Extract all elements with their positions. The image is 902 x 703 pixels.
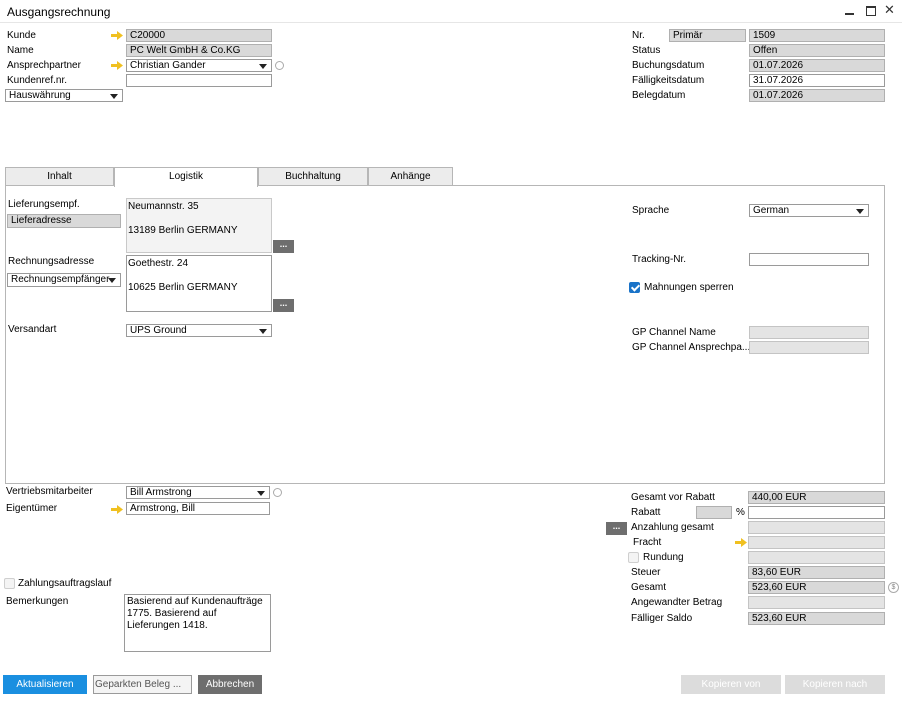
rechnungsadresse-text[interactable]: Goethestr. 24 10625 Berlin GERMANY: [126, 255, 272, 312]
link-arrow-icon[interactable]: [735, 538, 747, 547]
nr-series-select[interactable]: Primär: [669, 29, 746, 42]
name-label: Name: [7, 45, 34, 56]
name-field[interactable]: PC Welt GmbH & Co.KG: [126, 44, 272, 57]
gesamt-vor-rabatt-field[interactable]: 440,00 EUR: [748, 491, 885, 504]
tab-anhaenge[interactable]: Anhänge: [368, 167, 453, 186]
tab-buchhaltung[interactable]: Buchhaltung: [258, 167, 368, 186]
sprache-select[interactable]: German: [749, 204, 869, 217]
vertriebsmitarbeiter-select[interactable]: Bill Armstrong: [126, 486, 270, 499]
belegdatum-label: Belegdatum: [632, 90, 686, 101]
versandart-select[interactable]: UPS Ground: [126, 324, 272, 337]
buchungsdatum-label: Buchungsdatum: [632, 60, 705, 71]
sprache-label: Sprache: [632, 205, 670, 216]
angewandter-betrag-field[interactable]: [748, 596, 885, 609]
status-label: Status: [632, 45, 661, 56]
rabatt-label: Rabatt: [631, 507, 661, 518]
kopieren-nach-button[interactable]: Kopieren nach: [785, 675, 885, 694]
anzahlung-field[interactable]: [748, 521, 885, 534]
rabatt-amount-field[interactable]: [748, 506, 885, 519]
mahnungen-sperren-checkbox[interactable]: [629, 282, 640, 293]
rundung-label: Rundung: [643, 552, 684, 563]
kunde-label: Kunde: [7, 30, 36, 41]
vertriebsmitarbeiter-label: Vertriebsmitarbeiter: [6, 486, 93, 497]
gesamt-label: Gesamt: [631, 582, 667, 593]
tracking-field[interactable]: [749, 253, 869, 266]
lieferungsempf-label: Lieferungsempf.: [8, 199, 80, 210]
maximize-icon[interactable]: [866, 6, 876, 16]
steuer-field[interactable]: 83,60 EUR: [748, 566, 885, 579]
ansprechpartner-select[interactable]: Christian Gander: [126, 59, 272, 72]
abbrechen-button[interactable]: Abbrechen: [198, 675, 262, 694]
anzahlung-label: Anzahlung gesamt: [631, 522, 714, 533]
zahlungsauftragslauf-label: Zahlungsauftragslauf: [18, 578, 112, 589]
lieferadresse-more-button[interactable]: ...: [273, 240, 294, 253]
zahlungsauftragslauf-checkbox[interactable]: [4, 578, 15, 589]
fracht-field[interactable]: [748, 536, 885, 549]
link-arrow-icon[interactable]: [111, 31, 123, 40]
steuer-label: Steuer: [631, 567, 661, 578]
bemerkungen-textarea[interactable]: Basierend auf Kundenaufträge 1775. Basie…: [124, 594, 271, 652]
tab-logistik[interactable]: Logistik: [114, 167, 258, 187]
details-icon[interactable]: [275, 61, 284, 70]
eigentuemer-field[interactable]: Armstrong, Bill: [126, 502, 270, 515]
window-title: Ausgangsrechnung: [7, 5, 111, 19]
tracking-label: Tracking-Nr.: [632, 254, 687, 265]
kopieren-von-button[interactable]: Kopieren von: [681, 675, 781, 694]
nr-field[interactable]: 1509: [749, 29, 885, 42]
link-arrow-icon[interactable]: [111, 505, 123, 514]
gesamt-field[interactable]: 523,60 EUR: [748, 581, 885, 594]
currency-icon[interactable]: $: [888, 582, 899, 593]
lieferadresse-field[interactable]: Lieferadresse: [7, 214, 121, 228]
versandart-label: Versandart: [8, 324, 57, 335]
faelligkeitsdatum-label: Fälligkeitsdatum: [632, 75, 705, 86]
rabatt-percent-field[interactable]: [696, 506, 732, 519]
minimize-icon[interactable]: [845, 13, 854, 15]
faelliger-saldo-field[interactable]: 523,60 EUR: [748, 612, 885, 625]
fracht-label: Fracht: [633, 537, 662, 548]
gp-channel-ansprech-label: GP Channel Ansprechpa...: [632, 342, 751, 353]
buchungsdatum-field[interactable]: 01.07.2026: [749, 59, 885, 72]
rechnungsadresse-label: Rechnungsadresse: [8, 256, 95, 267]
currency-select[interactable]: Hauswährung: [5, 89, 123, 102]
percent-sign: %: [736, 507, 745, 518]
kunde-field[interactable]: C20000: [126, 29, 272, 42]
rundung-checkbox[interactable]: [628, 552, 639, 563]
rechnungsadresse-more-button[interactable]: ...: [273, 299, 294, 312]
tab-inhalt[interactable]: Inhalt: [5, 167, 114, 186]
details-icon[interactable]: [273, 488, 282, 497]
mahnungen-sperren-label: Mahnungen sperren: [644, 282, 734, 293]
faelliger-saldo-label: Fälliger Saldo: [631, 613, 693, 624]
bemerkungen-label: Bemerkungen: [6, 596, 69, 607]
gp-channel-name-field[interactable]: [749, 326, 869, 339]
close-icon[interactable]: ✕: [884, 2, 895, 18]
nr-label: Nr.: [632, 30, 645, 41]
angewandter-betrag-label: Angewandter Betrag: [631, 597, 723, 608]
rechnungsempfaenger-select[interactable]: Rechnungsempfänger: [7, 273, 121, 287]
belegdatum-field[interactable]: 01.07.2026: [749, 89, 885, 102]
ansprechpartner-label: Ansprechpartner: [7, 60, 81, 71]
lieferadresse-text[interactable]: Neumannstr. 35 13189 Berlin GERMANY: [126, 198, 272, 253]
title-divider: [0, 22, 902, 23]
eigentuemer-label: Eigentümer: [6, 503, 58, 514]
geparkten-beleg-button[interactable]: Geparkten Beleg ...: [93, 675, 192, 694]
faelligkeitsdatum-field[interactable]: 31.07.2026: [749, 74, 885, 87]
status-field[interactable]: Offen: [749, 44, 885, 57]
anzahlung-more-button[interactable]: ...: [606, 522, 627, 535]
aktualisieren-button[interactable]: Aktualisieren: [3, 675, 87, 694]
kundenref-field[interactable]: [126, 74, 272, 87]
gp-channel-name-label: GP Channel Name: [632, 327, 716, 338]
gp-channel-ansprech-field[interactable]: [749, 341, 869, 354]
gesamt-vor-rabatt-label: Gesamt vor Rabatt: [631, 492, 715, 503]
link-arrow-icon[interactable]: [111, 61, 123, 70]
rundung-field[interactable]: [748, 551, 885, 564]
kundenref-label: Kundenref.nr.: [7, 75, 68, 86]
